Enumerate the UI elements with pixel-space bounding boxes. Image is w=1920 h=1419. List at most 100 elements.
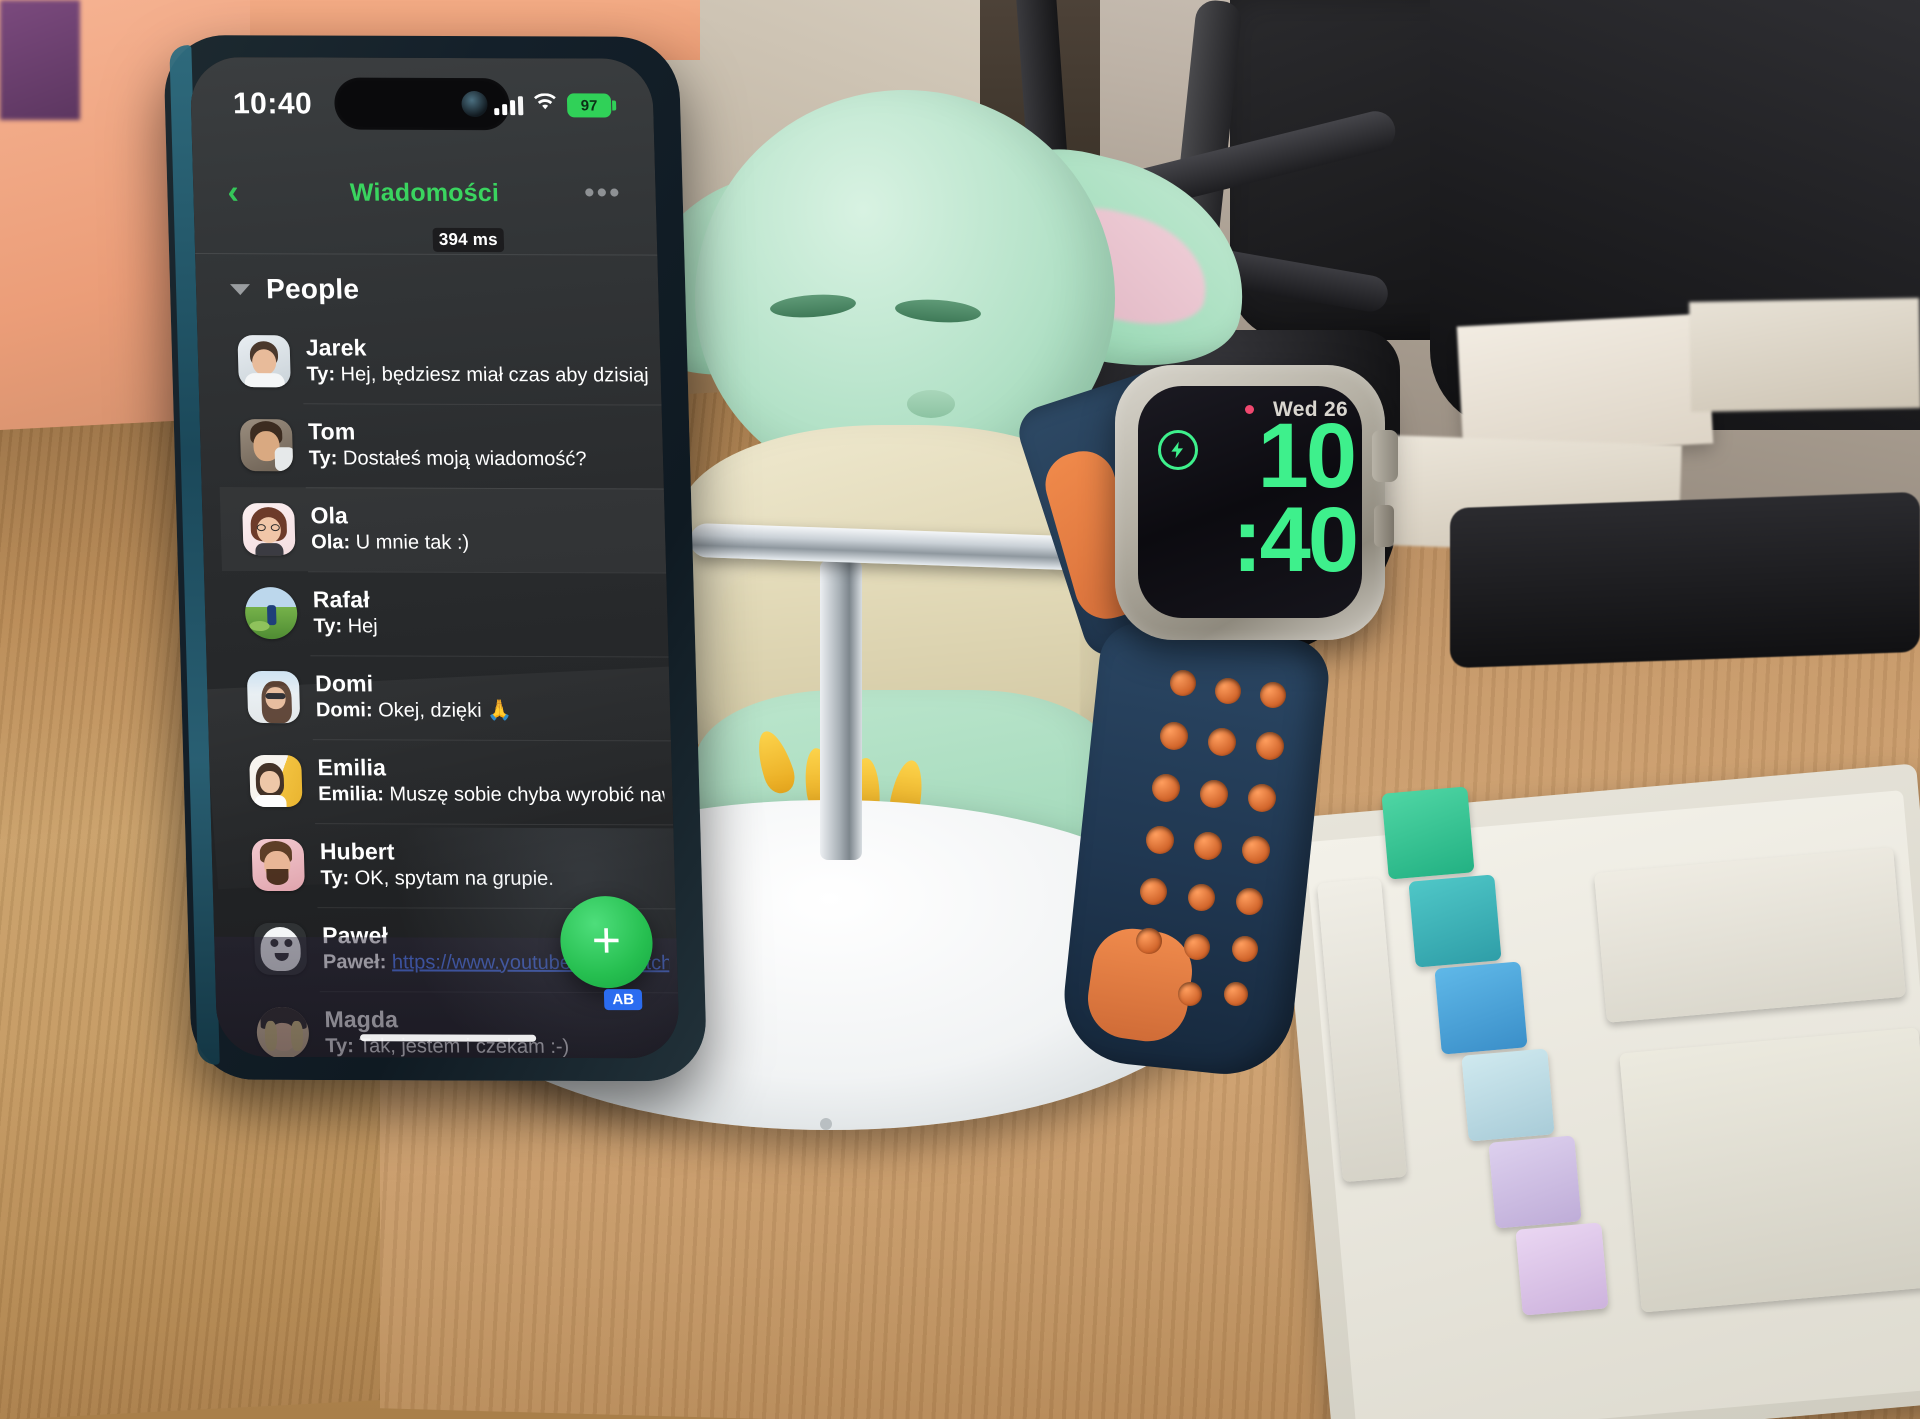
desk-paper-1 — [1456, 313, 1714, 457]
iphone-device: 10:40 97 ‹ Wiadomości ••• 394 ms People … — [163, 35, 708, 1082]
plush-nose — [907, 390, 955, 418]
avatar — [256, 1006, 310, 1059]
contact-name: Tom — [307, 418, 356, 445]
preview-text: Hej — [347, 615, 378, 638]
keycap-pink — [1515, 1222, 1609, 1316]
band-hole — [1136, 928, 1162, 954]
avatar — [239, 419, 294, 472]
preview-prefix: Ty: — [320, 866, 350, 889]
band-hole — [1160, 722, 1188, 750]
conversation-text: Emilia Emilia: Muszę sobie chyba wyrobić… — [317, 754, 665, 809]
conversation-row-emilia[interactable]: Emilia Emilia: Muszę sobie chyba wyrobić… — [227, 739, 674, 825]
band-hole — [1260, 682, 1286, 708]
band-hole — [1188, 884, 1215, 911]
preview-text: Muszę sobie chyba wyrobić nawyk pat — [389, 783, 665, 807]
bolt-icon — [1158, 430, 1198, 470]
status-bar: 10:40 97 — [190, 81, 654, 129]
monitor-base-right — [1450, 491, 1920, 669]
band-hole — [1215, 678, 1241, 704]
status-bar-time: 10:40 — [232, 87, 313, 121]
preview-prefix: Ty: — [308, 447, 338, 470]
side-button-icon[interactable] — [1374, 505, 1394, 547]
conversation-text: Tom Ty: Dostałeś moją wiadomość? — [308, 419, 656, 474]
keycap-light-blue — [1461, 1048, 1555, 1142]
message-preview: Ola: U mnie tak :) — [311, 529, 658, 557]
home-indicator[interactable] — [359, 1034, 537, 1042]
conversation-text: Magda Ty: Tak, jestem i czekam :-) — [324, 1006, 672, 1058]
contact-name: Ola — [310, 502, 349, 529]
back-chevron-icon[interactable]: ‹ — [227, 173, 288, 211]
keyboard-body-lower — [1619, 1027, 1920, 1313]
band-hole — [1152, 774, 1180, 802]
preview-text: U mnie tak :) — [355, 531, 470, 554]
band-hole — [1256, 732, 1284, 760]
background-purple-corner — [0, 0, 80, 120]
preview-text: Dostałeś moją wiadomość? — [342, 447, 587, 470]
preview-prefix: Emilia: — [317, 782, 385, 806]
conversation-text: Ola Ola: U mnie tak :) — [310, 503, 658, 558]
preview-prefix: Ty: — [306, 363, 336, 386]
message-preview: Ty: Hej, będziesz miał czas aby dzisiaj … — [306, 361, 653, 389]
avatar — [249, 754, 303, 808]
preview-text: OK, spytam na grupie. — [354, 866, 555, 890]
desk-paper-3 — [1689, 298, 1920, 412]
conversation-row-ola[interactable]: Ola Ola: U mnie tak :) — [219, 486, 667, 573]
compose-badge: AB — [604, 989, 643, 1011]
conversation-row-rafal[interactable]: Rafał Ty: Hej — [222, 571, 669, 657]
conversation-row-tom[interactable]: Tom Ty: Dostałeś moją wiadomość? — [217, 403, 664, 489]
preview-prefix: Ola: — [310, 530, 351, 554]
message-preview: Ty: OK, spytam na grupie. — [320, 865, 667, 893]
band-hole — [1184, 934, 1210, 960]
avatar — [253, 922, 308, 976]
apple-watch: Wed 26 10 :40 — [1012, 330, 1440, 1081]
message-preview: Ty: Hej — [313, 613, 660, 641]
contact-name: Jarek — [305, 334, 367, 361]
preview-text: Okej, dzięki 🙏 — [377, 699, 513, 722]
signal-bars-icon — [494, 95, 524, 116]
navigation-bar: ‹ Wiadomości ••• — [193, 165, 657, 221]
preview-prefix: Domi: — [315, 698, 373, 722]
message-preview: Emilia: Muszę sobie chyba wyrobić nawyk … — [318, 781, 665, 809]
digital-crown-icon[interactable] — [1372, 430, 1398, 482]
preview-prefix: Paweł: — [322, 950, 387, 974]
watch-face[interactable]: Wed 26 10 :40 — [1138, 386, 1362, 618]
band-hole — [1236, 888, 1263, 915]
page-title: Wiadomości — [349, 178, 500, 207]
band-hole — [1224, 982, 1248, 1006]
keycap-lavender — [1488, 1135, 1582, 1229]
photo-scene: Wed 26 10 :40 10:40 97 ‹ Wiadomości ••• … — [0, 0, 1920, 1419]
chevron-down-icon[interactable] — [229, 283, 251, 295]
charging-stand-pin — [820, 1118, 832, 1130]
stand-post — [820, 560, 862, 860]
conversation-row-domi[interactable]: Domi Domi: Okej, dzięki 🙏 — [224, 655, 671, 741]
conversation-text: Rafał Ty: Hej — [312, 587, 660, 642]
conversation-text: Jarek Ty: Hej, będziesz miał czas aby dz… — [305, 335, 653, 390]
band-hole — [1170, 670, 1196, 696]
section-title: People — [265, 273, 360, 305]
avatar — [242, 503, 296, 556]
band-hole — [1242, 836, 1270, 864]
avatar — [237, 335, 291, 388]
contact-name: Hubert — [319, 838, 395, 865]
keycap-blue — [1434, 961, 1528, 1055]
watch-notification-dot-icon — [1245, 405, 1254, 414]
preview-prefix: Ty: — [324, 1034, 355, 1057]
band-hole — [1232, 936, 1258, 962]
ellipsis-icon[interactable]: ••• — [561, 176, 622, 209]
conversation-row-jarek[interactable]: Jarek Ty: Hej, będziesz miał czas aby dz… — [215, 319, 662, 405]
message-preview: Ty: Dostałeś moją wiadomość? — [309, 445, 656, 473]
watch-minutes: :40 — [1232, 489, 1359, 591]
contact-name: Domi — [314, 670, 374, 697]
band-hole — [1248, 784, 1276, 812]
section-header-people[interactable]: People — [195, 263, 659, 317]
latency-badge: 394 ms — [432, 227, 505, 253]
band-hole — [1208, 728, 1236, 756]
conversation-text: Hubert Ty: OK, spytam na grupie. — [319, 838, 667, 893]
contact-name: Magda — [324, 1006, 399, 1033]
band-hole — [1200, 780, 1228, 808]
avatar — [251, 838, 305, 892]
band-hole — [1140, 878, 1167, 905]
message-preview: Domi: Okej, dzięki 🙏 — [316, 697, 663, 725]
battery-indicator: 97 — [566, 93, 612, 118]
iphone-screen[interactable]: 10:40 97 ‹ Wiadomości ••• 394 ms People … — [189, 57, 680, 1059]
